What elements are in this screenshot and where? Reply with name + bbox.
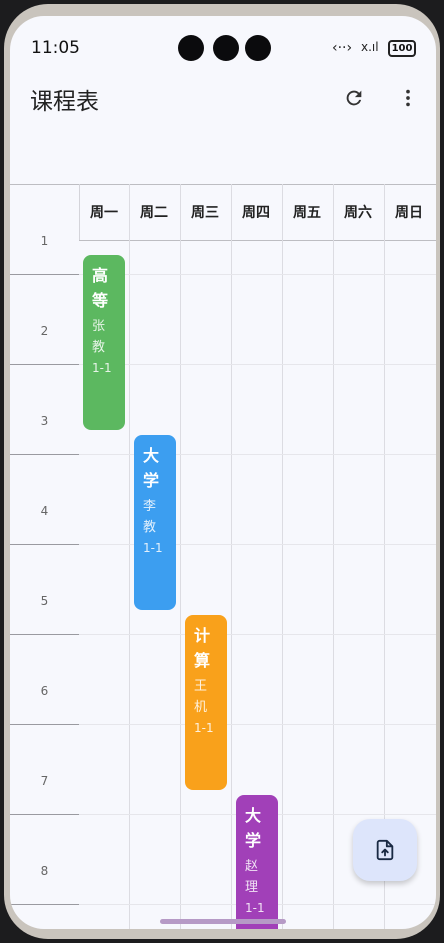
import-file-button[interactable] [353, 819, 417, 881]
period-label: 2 [40, 324, 49, 338]
course-room: 1-1 [194, 721, 214, 735]
refresh-button[interactable] [336, 80, 372, 116]
course-teacher: 张教 [92, 319, 106, 355]
battery-icon: 100 [388, 40, 416, 57]
period-label: 8 [40, 864, 49, 878]
camera-icon [178, 35, 204, 61]
file-upload-icon [376, 839, 394, 861]
period-label: 7 [40, 774, 49, 788]
page-title: 课程表 [30, 89, 99, 115]
network-speed-icon: ‹··› [332, 40, 353, 56]
course-teacher: 赵理 [245, 859, 259, 895]
status-bar: 11:05 ‹··› x.ıl 100 [10, 16, 436, 66]
day-header: 周四 [242, 205, 270, 221]
timetable-grid: 周一 周二 周三 周四 周五 周六 周日 1 2 3 4 5 6 7 8 高等 … [10, 184, 436, 929]
day-header: 周一 [90, 205, 118, 221]
period-label: 5 [40, 594, 49, 608]
camera-icon [245, 35, 271, 61]
course-name: 计算 [194, 626, 211, 670]
course-name: 大学 [245, 806, 262, 850]
status-time: 11:05 [31, 38, 80, 58]
home-indicator[interactable] [160, 919, 286, 924]
course-room: 1-1 [92, 361, 112, 375]
day-header: 周六 [344, 205, 372, 221]
refresh-icon [346, 90, 362, 106]
course-card[interactable]: 大学 赵理 1-1 [236, 795, 278, 929]
course-teacher: 李教 [143, 499, 157, 535]
course-card[interactable]: 计算 王机 1-1 [185, 615, 227, 790]
period-label: 1 [40, 234, 49, 248]
more-vert-icon [406, 89, 410, 107]
day-header: 周日 [395, 205, 423, 221]
course-card[interactable]: 高等 张教 1-1 [83, 255, 125, 430]
course-name: 高等 [92, 266, 109, 310]
course-name: 大学 [143, 446, 160, 490]
period-label: 6 [40, 684, 49, 698]
course-room: 1-1 [245, 901, 265, 915]
course-teacher: 王机 [194, 679, 208, 715]
signal-icon: x.ıl [361, 40, 379, 54]
day-header: 周二 [140, 205, 168, 221]
period-label: 4 [40, 504, 49, 518]
day-header: 周三 [191, 205, 219, 221]
screen: 11:05 ‹··› x.ıl 100 课程表 周一 周二 周三 周四 周五 周… [10, 16, 436, 929]
device-frame: 11:05 ‹··› x.ıl 100 课程表 周一 周二 周三 周四 周五 周… [4, 4, 440, 939]
app-bar: 课程表 [10, 66, 436, 122]
course-card[interactable]: 大学 李教 1-1 [134, 435, 176, 610]
camera-icon [213, 35, 239, 61]
course-room: 1-1 [143, 541, 163, 555]
more-options-button[interactable] [390, 80, 426, 116]
period-label: 3 [40, 414, 49, 428]
day-header: 周五 [293, 205, 321, 221]
